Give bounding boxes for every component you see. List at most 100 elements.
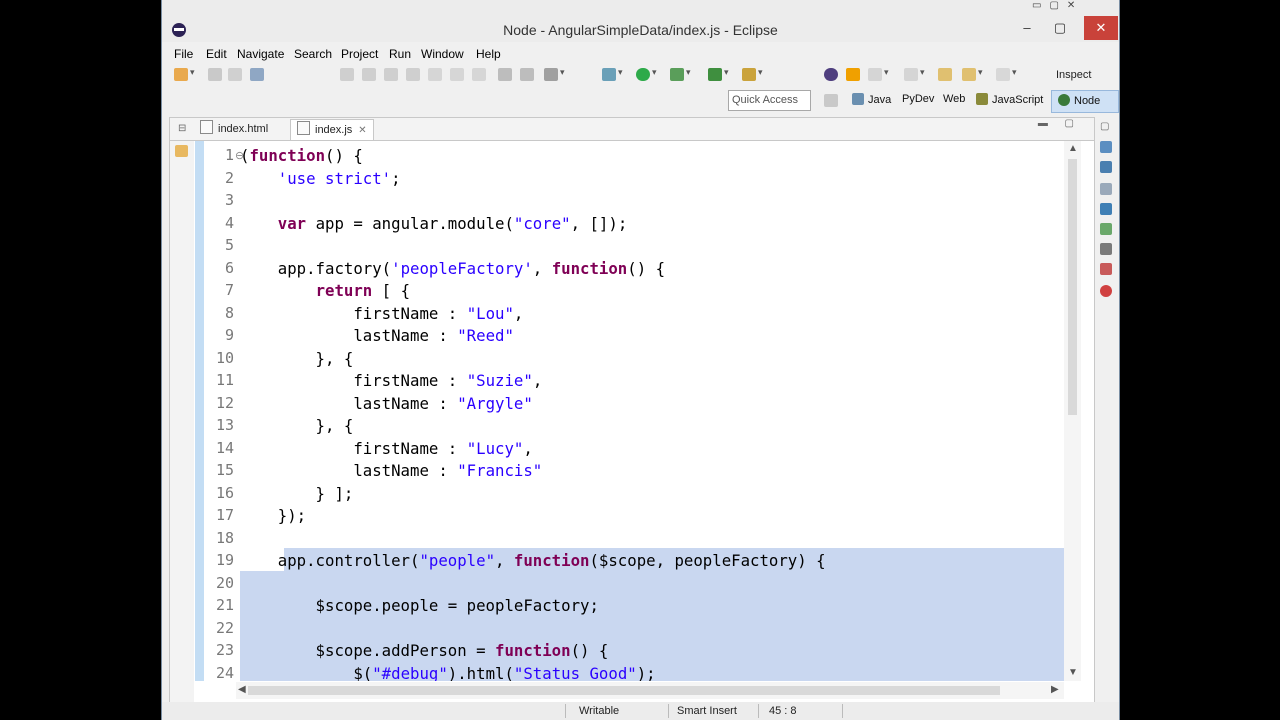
- resume-icon[interactable]: [340, 68, 354, 81]
- line-number: 19: [215, 551, 234, 569]
- line-number: 11: [215, 371, 234, 389]
- vertical-scroll-thumb[interactable]: [1068, 159, 1077, 415]
- open-type-icon[interactable]: [544, 67, 565, 81]
- new-icon[interactable]: [174, 67, 195, 81]
- line-number: 14: [215, 438, 234, 457]
- save-all-icon[interactable]: [228, 68, 242, 81]
- code-line: lastName : "Reed": [240, 326, 514, 345]
- task-list-icon[interactable]: [1100, 161, 1112, 173]
- editor-area: ⊟ index.html index.js ✕ ▬ ▢ 1 2 3 4 5 6 7 8 9 10 11…: [169, 117, 1095, 705]
- code-line: (function() {: [240, 146, 363, 165]
- code-line: }, {: [240, 348, 354, 368]
- minimize-button[interactable]: –: [1014, 18, 1040, 38]
- coverage-icon[interactable]: [708, 67, 729, 81]
- menu-help[interactable]: Help: [476, 47, 501, 61]
- console-view-icon[interactable]: [1100, 203, 1112, 215]
- menu-window[interactable]: Window: [421, 47, 464, 61]
- line-number: 6: [224, 258, 234, 277]
- disconnect-icon[interactable]: [406, 68, 420, 81]
- editor-tab-bar: ⊟ index.html index.js ✕ ▬ ▢: [170, 118, 1094, 141]
- external-tools-icon[interactable]: [670, 67, 691, 81]
- line-number: 5: [224, 236, 234, 254]
- outline-view-icon[interactable]: [1100, 141, 1112, 153]
- next-annotation-icon[interactable]: [904, 67, 925, 81]
- js-file-icon: [297, 121, 310, 135]
- menu-file[interactable]: File: [174, 47, 193, 61]
- vertical-scrollbar[interactable]: ▲ ▼: [1064, 141, 1081, 681]
- line-number: 2: [224, 168, 234, 187]
- line-number: 18: [215, 528, 234, 547]
- step-over-icon[interactable]: [450, 68, 464, 81]
- use-step-filters-icon[interactable]: [520, 68, 534, 81]
- breakpoints-view-icon[interactable]: [1100, 285, 1112, 297]
- menu-run[interactable]: Run: [389, 47, 411, 61]
- perspective-java[interactable]: Java: [852, 93, 891, 106]
- menu-navigate[interactable]: Navigate: [237, 47, 284, 61]
- horizontal-scrollbar[interactable]: ◀ ▶: [236, 682, 1064, 699]
- code-line: 'use strict';: [277, 168, 401, 188]
- restore-views-icon[interactable]: ▢: [1100, 121, 1112, 133]
- main-toolbar: [162, 64, 1119, 86]
- close-button[interactable]: ✕: [1084, 16, 1118, 40]
- tab-index-js[interactable]: index.js ✕: [290, 119, 374, 140]
- step-return-icon[interactable]: [472, 68, 486, 81]
- open-perspective-icon[interactable]: [824, 94, 838, 107]
- menu-edit[interactable]: Edit: [206, 47, 227, 61]
- debug-icon[interactable]: [602, 67, 623, 81]
- scroll-up-icon[interactable]: ▲: [1068, 143, 1078, 154]
- inspect-label[interactable]: Inspect: [1056, 69, 1091, 81]
- tab-index-html[interactable]: index.html: [200, 119, 268, 139]
- menu-project[interactable]: Project: [341, 47, 378, 61]
- code-line: firstName : "Lou",: [240, 303, 524, 323]
- back-icon[interactable]: [962, 67, 983, 81]
- restore-icon[interactable]: [175, 145, 188, 157]
- scroll-right-icon[interactable]: ▶: [1051, 684, 1059, 695]
- drop-frame-icon[interactable]: [498, 68, 512, 81]
- line-number: 1: [224, 146, 234, 164]
- node-debug-icon[interactable]: [824, 68, 838, 81]
- menu-search[interactable]: Search: [294, 47, 332, 61]
- right-view-strip: ▢: [1094, 117, 1118, 317]
- progress-view-icon[interactable]: [1100, 243, 1112, 255]
- status-separator: [842, 704, 843, 718]
- scroll-left-icon[interactable]: ◀: [238, 684, 246, 695]
- editor-left-strip: [170, 141, 194, 704]
- status-separator: [565, 704, 566, 718]
- perspective-pydev[interactable]: PyDev: [902, 93, 934, 105]
- code-editor[interactable]: (function() { 'use strict'; var app = an…: [240, 141, 1064, 681]
- code-line: $("#debug").html("Status Good");: [240, 663, 656, 682]
- outer-window-controls: ▭▢✕: [1032, 0, 1084, 11]
- last-edit-icon[interactable]: [938, 68, 952, 81]
- scroll-down-icon[interactable]: ▼: [1068, 667, 1078, 678]
- debug-view-icon[interactable]: [1100, 223, 1112, 235]
- perspective-node[interactable]: Node: [1051, 90, 1119, 113]
- error-log-icon[interactable]: [1100, 263, 1112, 275]
- code-line: firstName : "Lucy",: [240, 438, 533, 458]
- line-number: 12: [215, 393, 234, 412]
- forward-icon[interactable]: [996, 67, 1017, 81]
- code-line: }, {: [240, 416, 354, 435]
- editor-minimize-maximize[interactable]: ▬ ▢: [1038, 118, 1074, 129]
- close-tab-icon[interactable]: ✕: [358, 125, 366, 136]
- run-icon[interactable]: [636, 67, 657, 81]
- perspective-javascript[interactable]: JavaScript: [976, 93, 1043, 106]
- line-number: 15: [215, 461, 234, 479]
- suspend-icon[interactable]: [362, 68, 376, 81]
- problems-view-icon[interactable]: [1100, 183, 1112, 195]
- annotation-icon[interactable]: [868, 67, 889, 81]
- terminate-icon[interactable]: [384, 68, 398, 81]
- quick-access-field[interactable]: Quick Access: [728, 90, 811, 111]
- status-insert-mode[interactable]: Smart Insert: [677, 705, 737, 717]
- step-into-icon[interactable]: [428, 68, 442, 81]
- stop-icon[interactable]: [846, 68, 860, 81]
- horizontal-scroll-thumb[interactable]: [248, 686, 1000, 695]
- save-icon[interactable]: [208, 68, 222, 81]
- search-tools-icon[interactable]: [742, 67, 763, 81]
- print-icon[interactable]: [250, 68, 264, 81]
- status-cursor-position: 45 : 8: [769, 705, 797, 717]
- maximize-button[interactable]: ▢: [1047, 18, 1073, 38]
- perspective-web[interactable]: Web: [943, 93, 965, 105]
- code-line: firstName : "Suzie",: [240, 371, 543, 390]
- line-number: 23: [215, 641, 234, 659]
- view-menu-icon[interactable]: ⊟: [178, 119, 186, 139]
